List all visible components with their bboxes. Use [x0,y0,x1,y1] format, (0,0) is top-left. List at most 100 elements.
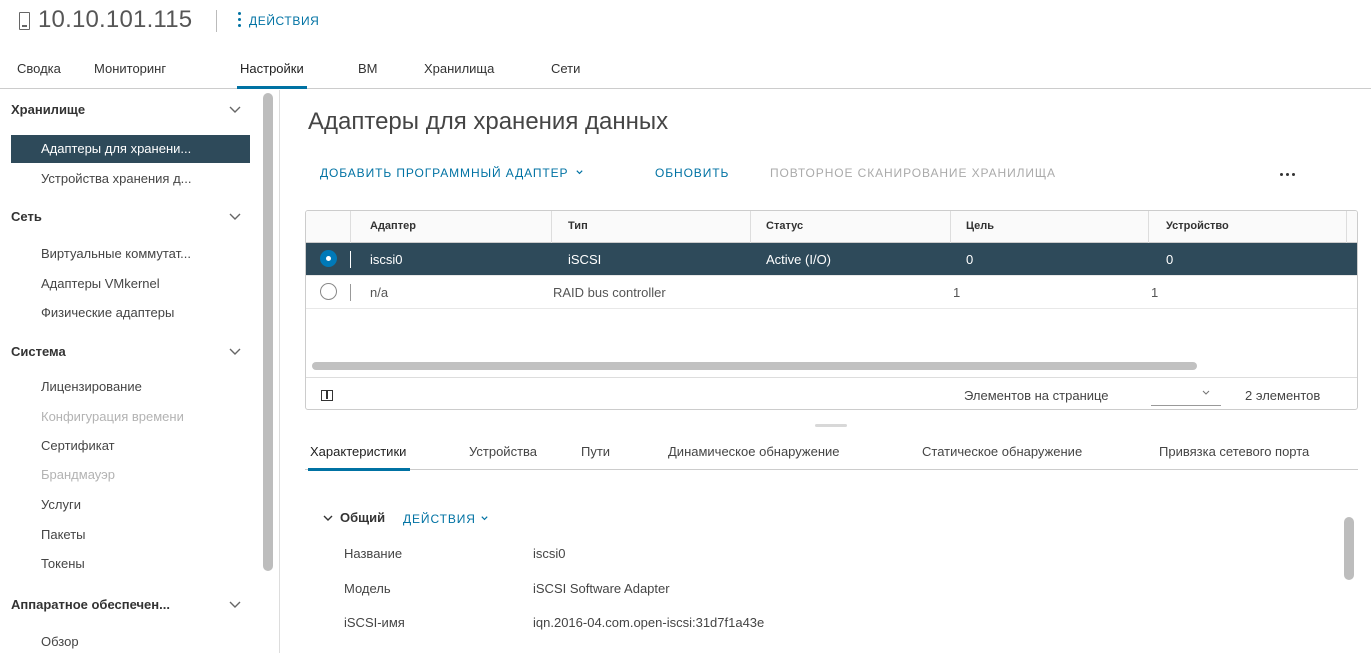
tab-dynamic-discovery[interactable]: Динамическое обнаружение [668,444,840,459]
grid-footer: Элементов на странице 2 элементов [306,377,1357,409]
nav-group-label: Аппаратное обеспечен... [11,597,170,612]
property-value-iscsi-name: iqn.2016-04.com.open-iscsi:31d7f1a43e [533,615,765,630]
cell-device: 0 [1166,252,1174,267]
sidebar-item-packages[interactable]: Пакеты [11,521,250,549]
add-software-adapter-button[interactable]: ДОБАВИТЬ ПРОГРАММНЫЙ АДАПТЕР [320,166,584,180]
chevron-down-icon [229,601,241,608]
sidebar-item-vmkernel-adapters[interactable]: Адаптеры VMkernel [11,270,250,298]
row-radio-selected[interactable] [320,250,337,267]
sidebar-scroll-thumb[interactable] [263,93,273,571]
sidebar-item-virtual-switches[interactable]: Виртуальные коммутат... [11,240,250,268]
chevron-down-icon[interactable] [322,512,334,524]
column-header-adapter[interactable]: Адаптер [370,220,416,232]
more-actions-icon[interactable] [1280,170,1298,178]
column-separator[interactable] [750,211,751,243]
section-actions-label: ДЕЙСТВИЯ [403,512,476,526]
nav-group-network[interactable]: Сеть [11,209,251,224]
property-label-name: Название [344,546,403,561]
sidebar-item-licensing[interactable]: Лицензирование [11,373,250,401]
split-resize-handle[interactable] [815,424,847,427]
cell-type: RAID bus controller [553,285,666,300]
pane-divider [279,90,280,653]
chevron-down-icon [576,170,583,175]
details-scroll-thumb[interactable] [1344,517,1354,580]
tab-monitor[interactable]: Мониторинг [94,61,166,76]
column-toggle-icon[interactable] [321,390,333,401]
sidebar-item-storage-adapters[interactable]: Адаптеры для хранени... [11,135,250,163]
vertical-ellipsis-icon[interactable] [238,10,242,30]
nav-group-label: Система [11,344,66,359]
object-tabs: Сводка Мониторинг Настройки ВМ Хранилища… [0,45,1371,89]
tab-datastores[interactable]: Хранилища [424,61,494,76]
host-title: 10.10.101.115 [38,6,193,33]
refresh-button[interactable]: ОБНОВИТЬ [655,166,729,180]
page-title: Адаптеры для хранения данных [308,108,669,135]
tab-paths[interactable]: Пути [581,444,610,459]
page-size-select[interactable] [1151,384,1221,406]
grid-horizontal-scrollbar[interactable] [312,362,1197,370]
row-separator [350,251,351,268]
property-label-iscsi-name: iSCSI-имя [344,615,405,630]
column-separator[interactable] [950,211,951,243]
table-row[interactable]: n/a RAID bus controller 1 1 [306,276,1357,309]
chevron-down-icon [1202,390,1210,395]
column-header-type[interactable]: Тип [568,220,588,232]
tab-configure[interactable]: Настройки [237,61,307,89]
sidebar-item-services[interactable]: Услуги [11,491,250,519]
nav-group-label: Сеть [11,209,42,224]
header-divider [216,10,217,32]
property-value-name: iscsi0 [533,546,566,561]
nav-group-hardware[interactable]: Аппаратное обеспечен... [11,597,251,612]
sidebar-item-physical-adapters[interactable]: Физические адаптеры [11,299,250,327]
adapters-datagrid: Адаптер Тип Статус Цель Устройство iscsi… [305,210,1358,410]
column-separator [350,211,351,243]
tab-static-discovery[interactable]: Статическое обнаружение [922,444,1082,459]
sidebar-item-firewall: Брандмауэр [41,467,115,482]
cell-type: iSCSI [568,252,602,267]
add-adapter-label: ДОБАВИТЬ ПРОГРАММНЫЙ АДАПТЕР [320,166,569,180]
grid-header: Адаптер Тип Статус Цель Устройство [306,211,1357,243]
tab-devices[interactable]: Устройства [469,444,537,459]
host-icon [19,12,30,30]
sidebar-item-storage-devices[interactable]: Устройства хранения д... [11,165,250,193]
chevron-down-icon [229,213,241,220]
tab-properties[interactable]: Характеристики [307,444,411,471]
tab-networks[interactable]: Сети [551,61,580,76]
cell-target: 1 [953,285,961,300]
chevron-down-icon [229,348,241,355]
nav-group-storage[interactable]: Хранилище [11,102,251,117]
sidebar-item-overview[interactable]: Обзор [11,628,250,653]
table-row[interactable]: iscsi0 iSCSI Active (I/O) 0 0 [306,243,1357,276]
property-value-model: iSCSI Software Adapter [533,581,670,596]
detail-tabs: Характеристики Устройства Пути Динамичес… [305,430,1358,471]
tab-summary[interactable]: Сводка [17,61,61,76]
cell-adapter: iscsi0 [370,252,403,267]
cell-target: 0 [966,252,974,267]
nav-group-label: Хранилище [11,102,86,117]
section-actions-button[interactable]: ДЕЙСТВИЯ [403,512,489,526]
items-count: 2 элементов [1245,388,1321,403]
cell-status: Active (I/O) [766,252,832,267]
row-radio[interactable] [320,283,337,300]
nav-group-system[interactable]: Система [11,344,251,359]
sidebar-item-time-configuration: Конфигурация времени [41,409,184,424]
chevron-down-icon [229,106,241,113]
section-title[interactable]: Общий [340,510,385,525]
column-header-target[interactable]: Цель [966,220,994,232]
tab-network-port-binding[interactable]: Привязка сетевого порта [1159,444,1309,459]
column-separator[interactable] [1346,211,1347,243]
column-header-device[interactable]: Устройство [1166,220,1229,232]
column-header-status[interactable]: Статус [766,220,803,232]
object-header: 10.10.101.115 ДЕЙСТВИЯ [0,0,1371,45]
sidebar-item-certificate[interactable]: Сертификат [11,432,250,460]
sidebar-item-tokens[interactable]: Токены [11,550,250,578]
row-separator [350,284,351,301]
page-size-label: Элементов на странице [964,388,1109,403]
cell-adapter: n/a [370,285,389,300]
column-separator[interactable] [1148,211,1149,243]
tab-vms[interactable]: ВМ [358,61,378,76]
actions-menu-button[interactable]: ДЕЙСТВИЯ [249,14,319,28]
rescan-storage-button: ПОВТОРНОЕ СКАНИРОВАНИЕ ХРАНИЛИЩА [770,166,1056,180]
column-separator[interactable] [551,211,552,243]
chevron-down-icon [481,516,488,521]
